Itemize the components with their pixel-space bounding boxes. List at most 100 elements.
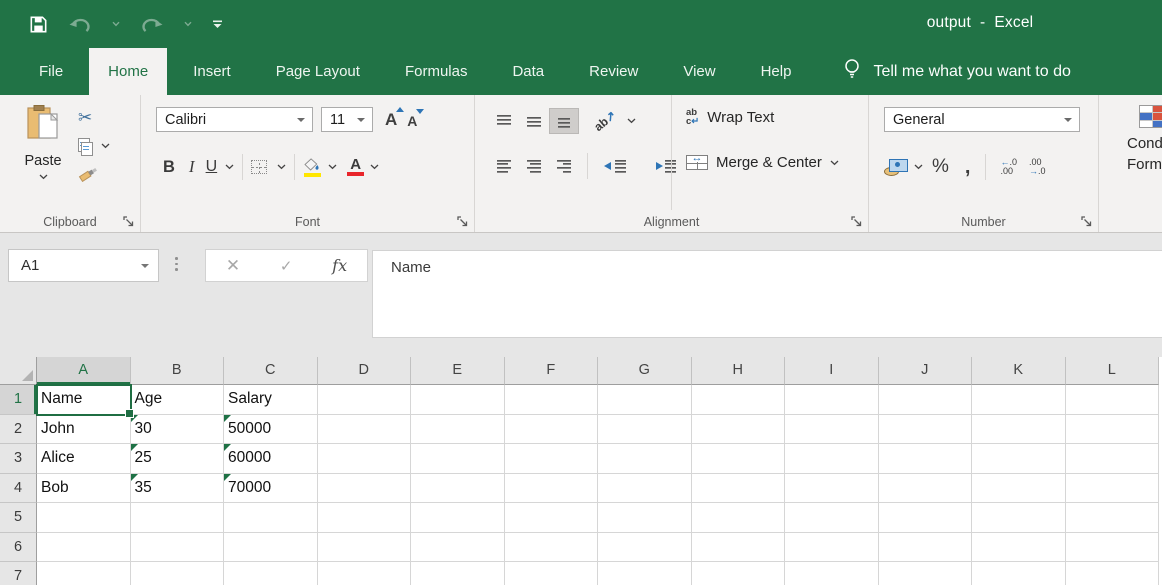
cell-J6[interactable] bbox=[879, 533, 973, 563]
redo-icon[interactable] bbox=[137, 9, 167, 39]
cell-L7[interactable] bbox=[1066, 562, 1160, 585]
cell-A1[interactable]: Name bbox=[37, 385, 131, 415]
conditional-formatting-icon[interactable] bbox=[1139, 105, 1162, 128]
accounting-format-icon[interactable] bbox=[884, 159, 908, 176]
cell-K3[interactable] bbox=[972, 444, 1066, 474]
row-header-1[interactable]: 1 bbox=[0, 385, 37, 415]
cell-L1[interactable] bbox=[1066, 385, 1160, 415]
cell-G2[interactable] bbox=[598, 415, 692, 445]
cell-C2[interactable]: 50000 bbox=[224, 415, 318, 445]
column-header-B[interactable]: B bbox=[131, 357, 225, 385]
cell-B2[interactable]: 30 bbox=[131, 415, 225, 445]
cell-A5[interactable] bbox=[37, 503, 131, 533]
font-dialog-launcher-icon[interactable] bbox=[457, 215, 469, 227]
align-left-button[interactable] bbox=[489, 153, 519, 179]
clipboard-dialog-launcher-icon[interactable] bbox=[123, 215, 135, 227]
fill-color-icon[interactable] bbox=[303, 158, 322, 177]
tab-formulas[interactable]: Formulas bbox=[386, 48, 487, 95]
cell-B3[interactable]: 25 bbox=[131, 444, 225, 474]
cell-H2[interactable] bbox=[692, 415, 786, 445]
decrease-decimal-button[interactable]: .00→.0 bbox=[1023, 158, 1052, 177]
cell-G3[interactable] bbox=[598, 444, 692, 474]
cell-J1[interactable] bbox=[879, 385, 973, 415]
cell-D4[interactable] bbox=[318, 474, 412, 504]
comma-style-button[interactable]: , bbox=[958, 162, 978, 172]
cell-G4[interactable] bbox=[598, 474, 692, 504]
tab-review[interactable]: Review bbox=[570, 48, 657, 95]
cell-E5[interactable] bbox=[411, 503, 505, 533]
cell-L5[interactable] bbox=[1066, 503, 1160, 533]
merge-center-button[interactable]: Merge & Center bbox=[686, 154, 839, 171]
cell-I3[interactable] bbox=[785, 444, 879, 474]
cell-B6[interactable] bbox=[131, 533, 225, 563]
cell-E1[interactable] bbox=[411, 385, 505, 415]
conditional-formatting-label[interactable]: CondiFormat bbox=[1127, 133, 1162, 175]
column-header-G[interactable]: G bbox=[598, 357, 692, 385]
cell-H1[interactable] bbox=[692, 385, 786, 415]
row-header-5[interactable]: 5 bbox=[0, 503, 37, 533]
cell-C1[interactable]: Salary bbox=[224, 385, 318, 415]
cell-D2[interactable] bbox=[318, 415, 412, 445]
tab-home[interactable]: Home bbox=[89, 48, 167, 95]
undo-dropdown-icon[interactable] bbox=[109, 9, 123, 39]
italic-button[interactable]: I bbox=[182, 157, 202, 177]
cell-D5[interactable] bbox=[318, 503, 412, 533]
cell-F5[interactable] bbox=[505, 503, 599, 533]
format-painter-icon[interactable] bbox=[78, 164, 100, 187]
column-header-D[interactable]: D bbox=[318, 357, 412, 385]
cell-H7[interactable] bbox=[692, 562, 786, 585]
save-icon[interactable] bbox=[26, 9, 51, 39]
number-dialog-launcher-icon[interactable] bbox=[1081, 215, 1093, 227]
cell-J3[interactable] bbox=[879, 444, 973, 474]
row-header-7[interactable]: 7 bbox=[0, 562, 37, 585]
cell-L3[interactable] bbox=[1066, 444, 1160, 474]
cell-D3[interactable] bbox=[318, 444, 412, 474]
row-header-2[interactable]: 2 bbox=[0, 415, 37, 445]
cell-E6[interactable] bbox=[411, 533, 505, 563]
cell-F7[interactable] bbox=[505, 562, 599, 585]
name-box-dropdown-icon[interactable] bbox=[141, 264, 149, 268]
paste-dropdown-icon[interactable] bbox=[39, 174, 48, 180]
column-header-C[interactable]: C bbox=[224, 357, 318, 385]
cell-H4[interactable] bbox=[692, 474, 786, 504]
cell-F6[interactable] bbox=[505, 533, 599, 563]
cell-C4[interactable]: 70000 bbox=[224, 474, 318, 504]
copy-icon[interactable] bbox=[78, 138, 93, 155]
row-header-3[interactable]: 3 bbox=[0, 444, 37, 474]
wrap-text-button[interactable]: abc↵ Wrap Text bbox=[686, 108, 774, 126]
font-name-combo[interactable]: Calibri bbox=[156, 107, 313, 132]
percent-style-button[interactable]: % bbox=[923, 156, 958, 178]
cell-E2[interactable] bbox=[411, 415, 505, 445]
accounting-dropdown-icon[interactable] bbox=[914, 164, 923, 170]
borders-dropdown-icon[interactable] bbox=[277, 164, 286, 170]
increase-font-size-button[interactable]: A bbox=[385, 110, 397, 130]
cell-B5[interactable] bbox=[131, 503, 225, 533]
decrease-font-size-button[interactable]: A bbox=[407, 113, 417, 129]
column-header-F[interactable]: F bbox=[505, 357, 599, 385]
column-header-A[interactable]: A bbox=[37, 357, 131, 385]
cell-K5[interactable] bbox=[972, 503, 1066, 533]
cell-L4[interactable] bbox=[1066, 474, 1160, 504]
tell-me-box[interactable]: Tell me what you want to do bbox=[843, 48, 1070, 95]
fill-color-dropdown-icon[interactable] bbox=[328, 164, 337, 170]
cell-H6[interactable] bbox=[692, 533, 786, 563]
column-header-K[interactable]: K bbox=[972, 357, 1066, 385]
cell-D6[interactable] bbox=[318, 533, 412, 563]
align-center-button[interactable] bbox=[519, 153, 549, 179]
cancel-icon[interactable]: ✕ bbox=[226, 256, 240, 276]
customize-qat-icon[interactable] bbox=[209, 9, 226, 39]
cell-K2[interactable] bbox=[972, 415, 1066, 445]
cell-K6[interactable] bbox=[972, 533, 1066, 563]
borders-icon[interactable] bbox=[251, 160, 267, 174]
bottom-align-button[interactable] bbox=[549, 108, 579, 134]
column-header-L[interactable]: L bbox=[1066, 357, 1160, 385]
number-format-combo[interactable]: General bbox=[884, 107, 1080, 132]
increase-decimal-button[interactable]: ←←.0.0.00 bbox=[994, 158, 1023, 177]
cell-B4[interactable]: 35 bbox=[131, 474, 225, 504]
cell-F1[interactable] bbox=[505, 385, 599, 415]
cell-E3[interactable] bbox=[411, 444, 505, 474]
cell-K7[interactable] bbox=[972, 562, 1066, 585]
cell-E7[interactable] bbox=[411, 562, 505, 585]
cell-G5[interactable] bbox=[598, 503, 692, 533]
cell-A3[interactable]: Alice bbox=[37, 444, 131, 474]
